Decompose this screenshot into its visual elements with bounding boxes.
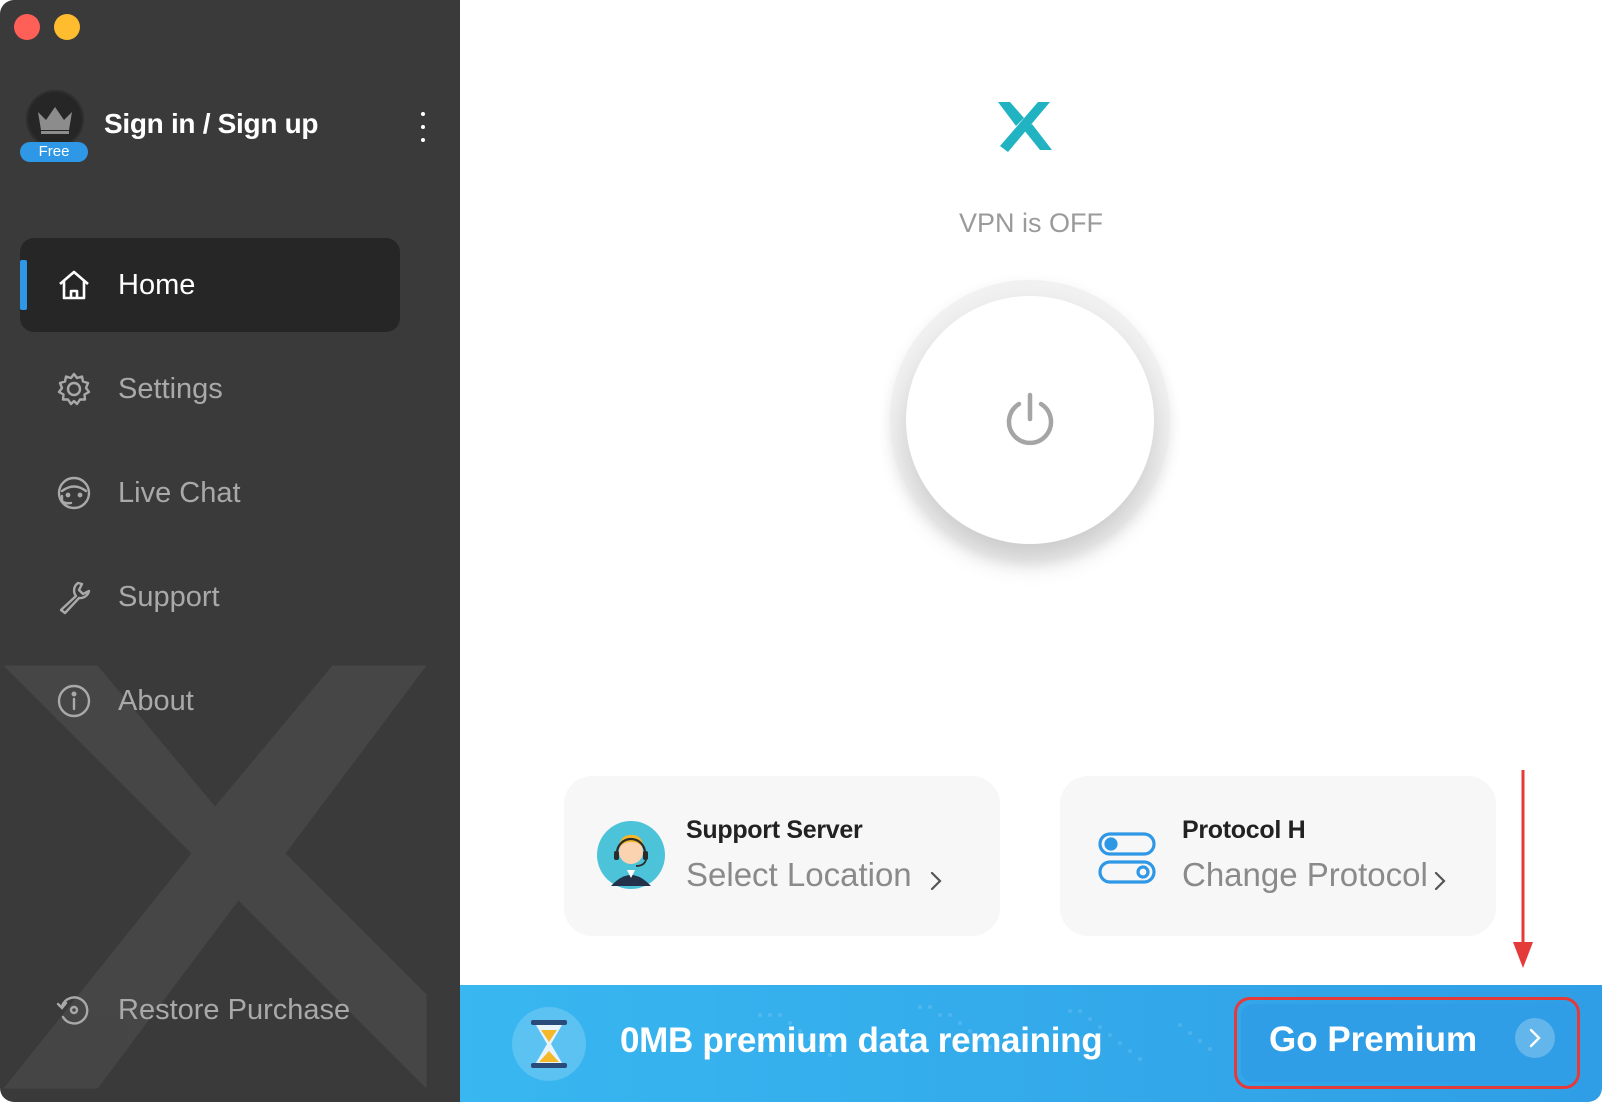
power-button[interactable] — [906, 296, 1154, 544]
window-controls — [14, 14, 80, 40]
plan-badge: Free — [20, 142, 88, 162]
sidebar-item-live-chat[interactable]: Live Chat — [20, 446, 400, 540]
sidebar-item-support[interactable]: Support — [20, 550, 400, 644]
sidebar-item-label: Live Chat — [118, 476, 241, 509]
card-title: Support Server — [686, 816, 863, 844]
select-location-label: Select Location — [686, 856, 912, 893]
minimize-window-button[interactable] — [54, 14, 80, 40]
premium-banner: 0MB premium data remaining Go Premium — [460, 985, 1602, 1102]
chevron-right-icon — [930, 871, 942, 891]
change-protocol-label: Change Protocol — [1182, 856, 1428, 893]
hourglass-icon — [512, 1007, 586, 1081]
sidebar-nav: Home Settings Live Chat Support About — [20, 238, 400, 758]
premium-data-text: 0MB premium data remaining — [620, 1021, 1103, 1060]
sidebar-item-label: Support — [118, 580, 220, 613]
annotation-arrow-down — [1513, 770, 1533, 968]
app-window: Free Sign in / Sign up Home Settings Liv… — [0, 0, 1602, 1102]
vpn-status-text: VPN is OFF — [958, 208, 1103, 238]
restore-purchase-label: Restore Purchase — [118, 993, 351, 1026]
sidebar-item-settings[interactable]: Settings — [20, 342, 400, 436]
crown-icon — [38, 107, 72, 134]
chevron-right-icon — [1434, 871, 1446, 891]
close-window-button[interactable] — [14, 14, 40, 40]
gear-icon — [54, 369, 94, 409]
sign-in-link[interactable]: Sign in / Sign up — [104, 108, 319, 140]
sidebar: Free Sign in / Sign up Home Settings Liv… — [0, 0, 460, 1102]
user-account-row[interactable]: Free Sign in / Sign up — [20, 90, 440, 162]
support-agent-icon — [597, 821, 665, 889]
live-chat-icon — [54, 473, 94, 513]
sidebar-item-label: Home — [118, 268, 196, 301]
chevron-right-icon — [1515, 1018, 1555, 1058]
restore-purchase-button[interactable]: Restore Purchase — [20, 970, 420, 1050]
go-premium-label: Go Premium — [1269, 1020, 1478, 1059]
sidebar-item-about[interactable]: About — [20, 654, 400, 748]
sidebar-item-label: Settings — [118, 372, 223, 405]
go-premium-button[interactable]: Go Premium — [1234, 997, 1580, 1089]
power-button-ring — [890, 280, 1170, 560]
power-icon — [1006, 392, 1054, 446]
toggles-icon — [1098, 832, 1156, 884]
app-logo — [998, 102, 1052, 152]
card-title: Protocol H — [1182, 816, 1306, 844]
home-icon — [54, 265, 94, 305]
support-server-card[interactable]: Support Server Select Location — [564, 776, 1000, 936]
protocol-card[interactable]: Protocol H Change Protocol — [1060, 776, 1496, 936]
sidebar-item-label: About — [118, 684, 194, 717]
avatar[interactable] — [26, 90, 84, 148]
main-panel: VPN is OFF Support Server Select Locatio… — [460, 0, 1602, 1102]
more-vertical-icon[interactable] — [416, 112, 430, 142]
sidebar-item-home[interactable]: Home — [20, 238, 400, 332]
restore-icon — [54, 990, 94, 1030]
info-icon — [54, 681, 94, 721]
wrench-icon — [54, 577, 94, 617]
